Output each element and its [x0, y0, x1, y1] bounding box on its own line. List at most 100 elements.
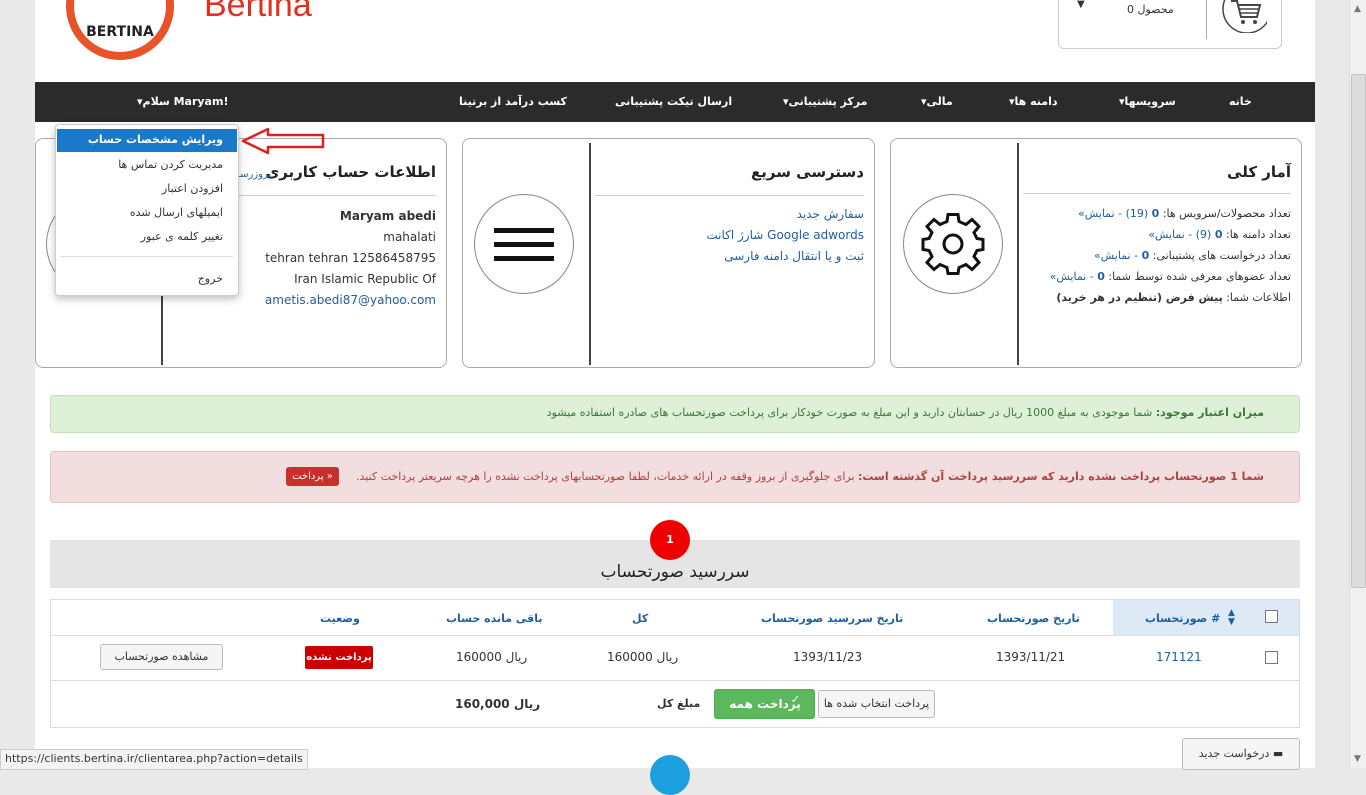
brand-name[interactable]: Bertina: [204, 0, 312, 25]
stat-domains: تعداد دامنه ها: 0 (9) - نمایش»: [1148, 228, 1291, 241]
menu-logout[interactable]: خروج: [198, 272, 223, 285]
nav-home[interactable]: خانه: [1229, 95, 1252, 108]
menu-sent-emails[interactable]: ایمیلهای ارسال شده: [130, 206, 223, 219]
menu-manage-contacts[interactable]: مدیریت کردن تماس ها: [118, 158, 223, 171]
overdue-pay-button[interactable]: پرداخت »: [286, 467, 339, 486]
invoice-balance: 160000 ریال: [456, 650, 528, 664]
settings-circle[interactable]: [903, 194, 1003, 294]
nav-support[interactable]: ▾مرکز پشتیبانی: [783, 95, 867, 108]
divider: [1206, 0, 1207, 39]
total-value: 160,000 ریال: [455, 697, 541, 711]
pay-all-button[interactable]: ✓ پرداخت همه: [714, 689, 815, 719]
credit-alert-label: میزان اعتبار موجود:: [1155, 406, 1264, 419]
account-country: Iran Islamic Republic Of: [294, 272, 436, 286]
account-name: Maryam abedi: [339, 209, 436, 223]
overdue-alert-text: برای جلوگیری از بروز وقفه در ارائه خدمات…: [355, 470, 855, 483]
gear-icon: [921, 213, 985, 275]
chevron-down-icon[interactable]: ▼: [1077, 0, 1085, 10]
nav-billing-label: مالی: [926, 95, 953, 108]
nav-domains[interactable]: ▾دامنه ها: [1009, 95, 1058, 108]
invoice-total: 160000 ریال: [607, 650, 679, 664]
scroll-down-icon[interactable]: ▼: [1350, 752, 1365, 766]
invoices-table: ▲ ▼ صورتحساب # تاریخ صورتحساب تاریخ سررسی…: [50, 599, 1300, 728]
stat-domains-link[interactable]: (9) - نمایش»: [1148, 228, 1211, 241]
new-ticket-label: درخواست جدید: [1198, 747, 1270, 760]
stat-products-label: تعداد محصولات/سرویس ها:: [1162, 207, 1291, 220]
stats-panel: آمار کلی تعداد محصولات/سرویس ها: 0 (19) …: [890, 138, 1302, 368]
quick-title: دسترسی سریع: [750, 163, 864, 181]
invoices-title: سررسید صورتحساب: [600, 562, 750, 582]
quick-link-adwords[interactable]: شارژ اکانت Google adwords: [706, 228, 864, 242]
account-title: اطلاعات حساب کاربری: [265, 163, 436, 181]
quick-access-panel: دسترسی سریع سفارش جدید شارژ اکانت Google…: [462, 138, 875, 368]
overdue-alert: شما 1 صورتحساب پرداخت نشده دارید که سررس…: [50, 451, 1300, 503]
stat-tickets: تعداد درخواست های پشتیبانی: 0 - نمایش»: [1094, 249, 1291, 262]
credit-alert-text: شما موجودی به مبلغ 1000 ریال در حسابتان …: [546, 406, 1153, 419]
account-address: tehran tehran 12586458795: [265, 251, 436, 265]
logo-text: BERTINA: [86, 24, 154, 40]
col-due-date[interactable]: تاریخ سررسید صورتحساب: [761, 612, 903, 625]
view-invoice-button[interactable]: مشاهده صورتحساب: [100, 644, 223, 670]
nav-ticket[interactable]: ارسال تیکت پشتیبانی: [615, 95, 732, 108]
nav-user-label: سلام Maryam!: [142, 95, 229, 108]
cart-icon[interactable]: [1217, 0, 1267, 33]
col-status[interactable]: وضعیت: [320, 612, 360, 625]
divider: [51, 635, 1299, 636]
arrow-annotation-icon: [241, 127, 325, 155]
invoice-date: 1393/11/21: [996, 650, 1066, 664]
menu-circle[interactable]: [474, 194, 574, 294]
select-all-checkbox[interactable]: [1265, 610, 1278, 623]
browser-status-bar: https://clients.bertina.ir/clientarea.ph…: [0, 749, 308, 770]
nav-affiliate[interactable]: کسب درآمد از برتینا: [459, 95, 567, 108]
quick-link-domain[interactable]: ثبت و یا انتقال دامنه فارسی: [724, 249, 864, 263]
menu-add-credit[interactable]: افزودن اعتبار: [162, 182, 223, 195]
scrollbar-thumb[interactable]: [1351, 74, 1366, 588]
stat-tickets-value: 0: [1141, 249, 1150, 262]
divider: [1017, 143, 1019, 365]
col-total[interactable]: کل: [632, 612, 648, 625]
stat-products: تعداد محصولات/سرویس ها: 0 (19) - نمایش»: [1078, 207, 1291, 220]
invoice-count-badge: 1: [650, 520, 690, 560]
nav-services-label: سرویسها: [1124, 95, 1176, 108]
main-nav: خانه ▾سرویسها ▾دامنه ها ▾مالی ▾مرکز پشتی…: [35, 82, 1315, 122]
nav-services[interactable]: ▾سرویسها: [1119, 95, 1176, 108]
nav-billing[interactable]: ▾مالی: [921, 95, 953, 108]
stat-domains-label: تعداد دامنه ها:: [1225, 228, 1291, 241]
account-email[interactable]: ametis.abedi87@yahoo.com: [265, 293, 436, 307]
sort-icon[interactable]: ▲ ▼: [1228, 609, 1235, 627]
credit-alert: میزان اعتبار موجود: شما موجودی به مبلغ 1…: [50, 395, 1300, 433]
pay-all-label: پرداخت همه: [729, 697, 801, 711]
account-company: mahalati: [383, 230, 436, 244]
stat-info: اطلاعات شما: پیش فرض (تنظیم در هر خرید): [1056, 291, 1291, 304]
col-balance[interactable]: باقی مانده حساب: [446, 612, 542, 625]
pay-selected-button[interactable]: پرداخت انتخاب شده ها: [818, 690, 935, 718]
divider: [1023, 193, 1291, 194]
quick-link-new-order[interactable]: سفارش جدید: [797, 207, 864, 221]
new-ticket-button[interactable]: درخواست جدید ▬: [1182, 738, 1300, 770]
stat-referrals-label: تعداد عضوهای معرفی شده توسط شما:: [1108, 270, 1291, 283]
stat-domains-value: 0: [1214, 228, 1223, 241]
stat-tickets-link[interactable]: - نمایش»: [1094, 249, 1138, 262]
user-dropdown-menu: ویرایش مشخصات حساب مدیریت کردن تماس ها ا…: [55, 124, 239, 296]
stat-referrals-link[interactable]: - نمایش»: [1050, 270, 1094, 283]
cart-box[interactable]: ▼ 0 محصول: [1058, 0, 1282, 49]
stat-info-value: پیش فرض (تنظیم در هر خرید): [1056, 291, 1223, 304]
divider: [61, 256, 233, 257]
col-invoice-number[interactable]: صورتحساب #: [1145, 612, 1220, 625]
divider: [589, 143, 591, 365]
stat-products-link[interactable]: (19) - نمایش»: [1078, 207, 1148, 220]
next-section-badge: [650, 755, 690, 795]
stat-referrals-value: 0: [1097, 270, 1105, 283]
stat-tickets-label: تعداد درخواست های پشتیبانی:: [1152, 249, 1291, 262]
col-invoice-date[interactable]: تاریخ صورتحساب: [987, 612, 1080, 625]
nav-user-menu[interactable]: ▾سلام Maryam!: [137, 95, 228, 108]
menu-edit-account[interactable]: ویرایش مشخصات حساب: [88, 133, 223, 146]
stats-title: آمار کلی: [1227, 163, 1291, 181]
invoice-id-link[interactable]: 171121: [1156, 650, 1202, 664]
row-checkbox[interactable]: [1265, 651, 1278, 664]
hamburger-icon: [494, 228, 554, 261]
chat-bubble-icon: ▬: [1272, 747, 1284, 760]
divider: [51, 680, 1299, 681]
menu-change-password[interactable]: تغییر کلمه ی عبور: [141, 230, 223, 243]
scroll-up-icon[interactable]: ▲: [1350, 2, 1365, 16]
